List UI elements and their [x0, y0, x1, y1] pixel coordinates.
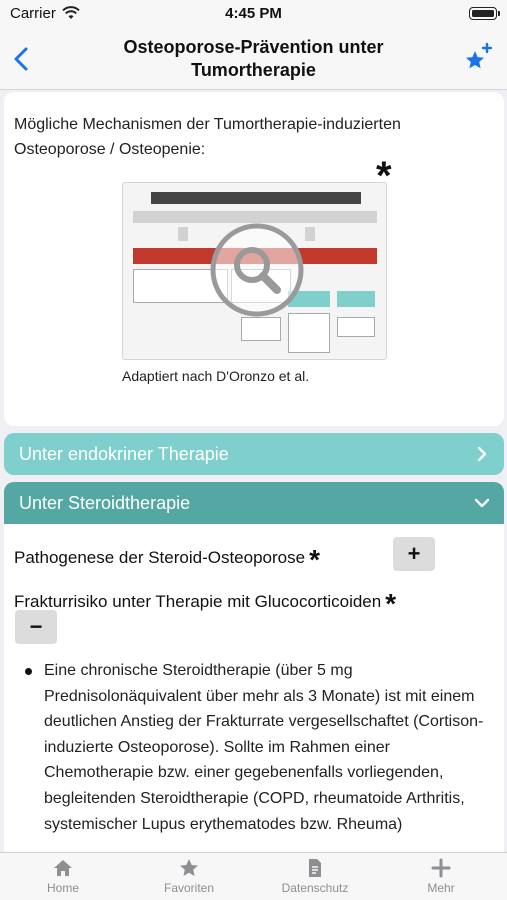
tab-label: Datenschutz: [281, 881, 349, 895]
content-card: Mögliche Mechanismen der Tumortherapie-i…: [4, 92, 504, 426]
diagram-arrow: [178, 227, 188, 241]
diagram-box: [337, 317, 375, 337]
frakturrisiko-heading: Frakturrisiko unter Therapie mit Glucoco…: [14, 582, 396, 619]
tab-datenschutz[interactable]: Datenschutz: [252, 853, 378, 900]
bullet-text: Eine chronische Steroidtherapie (über 5 …: [44, 662, 484, 833]
accordion-label: Unter Steroidtherapie: [19, 493, 191, 513]
back-chevron-icon[interactable]: [8, 44, 34, 74]
tab-home[interactable]: Home: [0, 853, 126, 900]
frakturrisiko-label: Frakturrisiko unter Therapie mit Glucoco…: [14, 592, 382, 611]
chevron-right-icon: [477, 446, 487, 462]
accordion-steroidtherapie[interactable]: Unter Steroidtherapie: [4, 482, 504, 524]
diagram-teal-box: [337, 291, 375, 307]
clock: 4:45 PM: [225, 5, 282, 22]
bullet-dot: [25, 668, 32, 675]
chevron-down-icon: [474, 498, 490, 508]
tab-bar: Home Favoriten Datenschutz Mehr: [0, 852, 507, 900]
diagram-box: [241, 317, 281, 341]
diagram-arrow: [305, 227, 315, 241]
expand-pathogenese-button[interactable]: +: [393, 537, 435, 571]
accordion-label: Unter endokriner Therapie: [19, 444, 229, 464]
pathogenese-asterisk[interactable]: *: [309, 544, 320, 575]
tab-label: Favoriten: [163, 881, 215, 895]
frakturrisiko-asterisk[interactable]: *: [385, 588, 396, 619]
collapse-frakturrisiko-button[interactable]: −: [15, 610, 57, 644]
home-icon: [54, 860, 72, 876]
tab-mehr[interactable]: Mehr: [378, 853, 504, 900]
diagram-title-bar: [151, 192, 361, 204]
battery-icon: [469, 7, 500, 20]
plus-icon: [431, 858, 451, 878]
tab-label: Home: [46, 881, 79, 895]
add-favorite-icon[interactable]: [463, 42, 493, 72]
pathogenese-label: Pathogenese der Steroid-Osteoporose: [14, 548, 306, 567]
steroid-section-content: Pathogenese der Steroid-Osteoporose * + F…: [4, 524, 504, 854]
star-icon: [180, 859, 198, 876]
navigation-bar: Osteoporose-Prävention unter Tumortherap…: [0, 28, 507, 90]
intro-text: Mögliche Mechanismen der Tumortherapie-i…: [14, 116, 401, 158]
diagram-box: [288, 313, 330, 353]
pathogenese-heading: Pathogenese der Steroid-Osteoporose *: [14, 538, 320, 575]
accordion-endokrine-therapie[interactable]: Unter endokriner Therapie: [4, 433, 504, 475]
tab-favoriten[interactable]: Favoriten: [126, 853, 252, 900]
figure-caption: Adaptiert nach D'Oronzo et al.: [122, 368, 310, 384]
document-icon: [309, 859, 321, 877]
status-bar: Carrier 4:45 PM: [0, 0, 507, 28]
magnifier-icon[interactable]: [209, 222, 305, 318]
page-title: Osteoporose-Prävention unter Tumortherap…: [123, 37, 384, 80]
tab-label: Mehr: [427, 881, 455, 895]
